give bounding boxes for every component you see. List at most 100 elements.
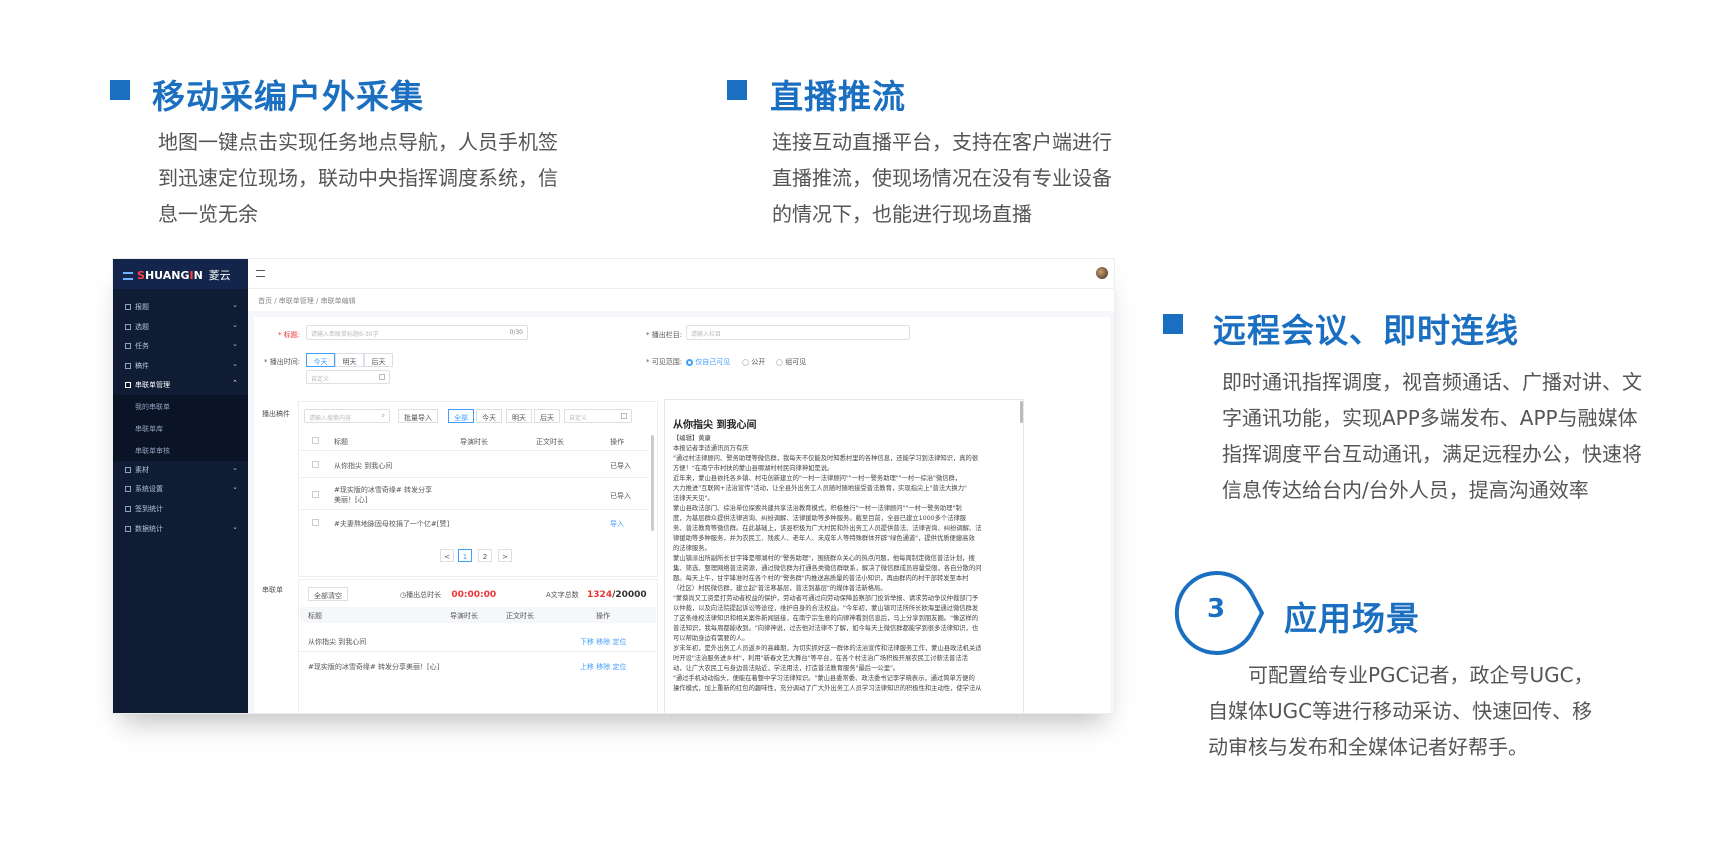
article-line: 以仲裁，以及向法院提起诉讼等途径，维护自身的合法权益。"今年初，蒙山镇司法所所长… bbox=[673, 605, 979, 612]
clear-all-button[interactable]: 全部清空 bbox=[308, 587, 348, 601]
column-label: * 播出栏目: bbox=[646, 331, 683, 339]
edit-panel: * 标题: 请输入串联单标题6-30字 0/30 * 播出栏目: 请输入栏目 *… bbox=[254, 317, 1110, 713]
chevron-down-icon: ⌄ bbox=[232, 523, 238, 531]
article-body: 【编辑】黄康 本报记者李适通讯员万有庆 "通过村法律顾问、警务助理等微信群，我每… bbox=[673, 434, 1015, 694]
chevron-down-icon: ⌄ bbox=[232, 301, 238, 309]
col-header-body-duration: 正文时长 bbox=[536, 438, 564, 446]
sidebar-item-label: 签到统计 bbox=[135, 505, 163, 513]
sidebar-subitem-rundown-review[interactable]: 串联单审核 bbox=[113, 439, 248, 461]
sidebar-subitem-rundown-library[interactable]: 串联单库 bbox=[113, 417, 248, 439]
sidebar-item-rundown[interactable]: 串联单管理 ⌃ bbox=[113, 375, 248, 395]
sidebar-item-label: 串联单管理 bbox=[135, 381, 170, 389]
rundown-row-actions[interactable]: 上移 移除 定位 bbox=[580, 662, 626, 672]
filter-after-tomorrow-button[interactable]: 后天 bbox=[534, 409, 560, 423]
chevron-up-icon: ⌃ bbox=[232, 379, 238, 387]
search-placeholder: 请输入搜索内容 bbox=[309, 415, 352, 422]
article-title: 从你指尖 到我心间 bbox=[673, 420, 757, 431]
section-marker-icon bbox=[110, 80, 130, 100]
col-header-action: 操作 bbox=[596, 612, 610, 620]
article-line: 的法律服务。 bbox=[673, 545, 711, 552]
rundown-row-actions[interactable]: 下移 移除 定位 bbox=[580, 637, 626, 647]
time-after-tomorrow-button[interactable]: 后天 bbox=[364, 353, 393, 367]
custom-date-input[interactable]: 自定义 bbox=[306, 370, 390, 384]
main-area: 首页 / 串联单管理 / 串联单编辑 * 标题: 请输入串联单标题6-30字 0… bbox=[248, 259, 1114, 713]
sidebar-item-label: 任务 bbox=[135, 342, 149, 350]
manuscript-search-input[interactable]: 请输入搜索内容 ⌕ bbox=[304, 409, 390, 423]
word-count-label: 文字总数 bbox=[550, 591, 579, 599]
visibility-radio-public[interactable]: 公开 bbox=[742, 357, 765, 367]
radio-icon bbox=[776, 358, 783, 366]
page-prev-button[interactable]: < bbox=[440, 549, 454, 562]
visibility-radio-group[interactable]: 组可见 bbox=[776, 357, 806, 367]
sidebar-item-manuscript[interactable]: 稿件 ⌄ bbox=[113, 356, 248, 376]
divider bbox=[300, 477, 648, 478]
column-input[interactable]: 请输入栏目 bbox=[686, 325, 910, 340]
page-2-button[interactable]: 2 bbox=[478, 549, 492, 562]
rundown-label: 串联单 bbox=[262, 586, 283, 594]
filter-custom-date-input[interactable]: 自定义 bbox=[564, 409, 632, 423]
sidebar-item-material[interactable]: 素材 ⌄ bbox=[113, 460, 248, 480]
time-today-button[interactable]: 今天 bbox=[306, 353, 335, 367]
avatar[interactable] bbox=[1096, 267, 1108, 279]
article-line: 岁末年初，是外出务工人员返乡的高峰期，为切实抓好这一群体的法治宣传和法律服务工作… bbox=[673, 645, 982, 652]
select-all-checkbox[interactable] bbox=[312, 437, 319, 444]
col-header-title: 标题 bbox=[334, 438, 348, 446]
article-line: 蒙山镇派出所副所长甘宇锋是哪湖村的"警务助理"，围绕群众关心的热点问题，他每周制… bbox=[673, 555, 975, 562]
manuscript-icon bbox=[125, 363, 131, 369]
divider bbox=[300, 450, 648, 451]
article-line: 度，为基层群众提供法律咨询、纠纷调解、法律援助等多种服务。截至目前，全县已建立1… bbox=[673, 515, 967, 522]
sidebar-subitem-my-rundown[interactable]: 我的串联单 bbox=[113, 395, 248, 417]
mobile-section-title: 移动采编户外采集 bbox=[152, 77, 424, 116]
article-scrollbar[interactable] bbox=[1020, 401, 1023, 423]
stats-icon bbox=[125, 526, 131, 532]
visibility-radio-private[interactable]: 仅自己可见 bbox=[686, 357, 730, 367]
logo-text: HUANG bbox=[144, 269, 190, 282]
col-header-director-duration: 导演时长 bbox=[450, 612, 478, 620]
col-header-title: 标题 bbox=[308, 612, 322, 620]
batch-import-button[interactable]: 批量导入 bbox=[398, 409, 438, 423]
filter-tomorrow-button[interactable]: 明天 bbox=[506, 409, 532, 423]
table-row-title: #现实版的冰雪奇缘# 转发分享美丽！[心] bbox=[334, 486, 432, 504]
table-row-import-link[interactable]: 导入 bbox=[610, 519, 624, 529]
sidebar-item-label: 系统设置 bbox=[135, 485, 163, 493]
time-tomorrow-button[interactable]: 明天 bbox=[335, 353, 364, 367]
word-count-summary: A文字总数 1324/20000 bbox=[546, 590, 647, 600]
article-line: 【编辑】黄康 bbox=[673, 435, 711, 442]
custom-date-placeholder: 自定义 bbox=[569, 415, 588, 422]
row-checkbox[interactable] bbox=[312, 491, 319, 498]
collapse-menu-icon[interactable] bbox=[256, 270, 265, 277]
scene-line: 自媒体UGC等进行移动采访、快速回传、移 bbox=[1208, 699, 1593, 723]
article-line: 题。每天上午，甘宇锋准时在各个村的"警务群"内推送高质量的普法小知识，再由群内的… bbox=[673, 575, 969, 582]
sidebar-item-task[interactable]: 任务 ⌄ bbox=[113, 336, 248, 356]
sidebar-item-checkin[interactable]: 签到统计 bbox=[113, 499, 248, 519]
filter-today-button[interactable]: 今天 bbox=[476, 409, 502, 423]
list-scrollbar[interactable] bbox=[651, 435, 654, 531]
title-label: * 标题: bbox=[278, 331, 301, 339]
sidebar-item-report[interactable]: 报题 ⌄ bbox=[113, 297, 248, 317]
menu-icon[interactable] bbox=[123, 272, 133, 280]
manuscript-label: 播出稿件 bbox=[262, 410, 290, 418]
sidebar-item-topic[interactable]: 选题 ⌄ bbox=[113, 317, 248, 337]
mobile-section-body: 地图一键点击实现任务地点导航，人员手机签 到迅速定位现场，联动中央指挥调度系统，… bbox=[158, 124, 558, 232]
visibility-label: * 可见范围: bbox=[646, 358, 683, 366]
article-line: "通过村法律顾问、警务助理等微信群，我每天不仅能及时知悉村里的各种信息，还能学习… bbox=[673, 455, 979, 462]
page-1-button[interactable]: 1 bbox=[458, 549, 472, 562]
filter-all-button[interactable]: 全部 bbox=[448, 409, 474, 423]
live-line: 连接互动直播平台，支持在客户端进行 bbox=[772, 130, 1112, 154]
article-line: 动，让广大农民工与身边普法贴近，学法用法，打造普法教育服务"最后一公里"。 bbox=[673, 665, 900, 672]
col-header-action: 操作 bbox=[610, 438, 624, 446]
word-count-max: /20000 bbox=[612, 590, 647, 600]
chevron-down-icon: ⌄ bbox=[232, 321, 238, 329]
sidebar-item-label: 素材 bbox=[135, 466, 149, 474]
row-checkbox[interactable] bbox=[312, 461, 319, 468]
visibility-option-label: 组可见 bbox=[785, 358, 807, 366]
live-line: 的情况下，也能进行现场直播 bbox=[772, 202, 1032, 226]
task-icon bbox=[125, 343, 131, 349]
title-input[interactable]: 请输入串联单标题6-30字 0/30 bbox=[306, 325, 528, 340]
calendar-icon bbox=[621, 413, 627, 419]
sidebar-item-settings[interactable]: 系统设置 ⌄ bbox=[113, 479, 248, 499]
logo-text: S bbox=[137, 269, 145, 282]
row-checkbox[interactable] bbox=[312, 519, 319, 526]
page-next-button[interactable]: > bbox=[498, 549, 512, 562]
sidebar-item-stats[interactable]: 数据统计 ⌄ bbox=[113, 519, 248, 539]
